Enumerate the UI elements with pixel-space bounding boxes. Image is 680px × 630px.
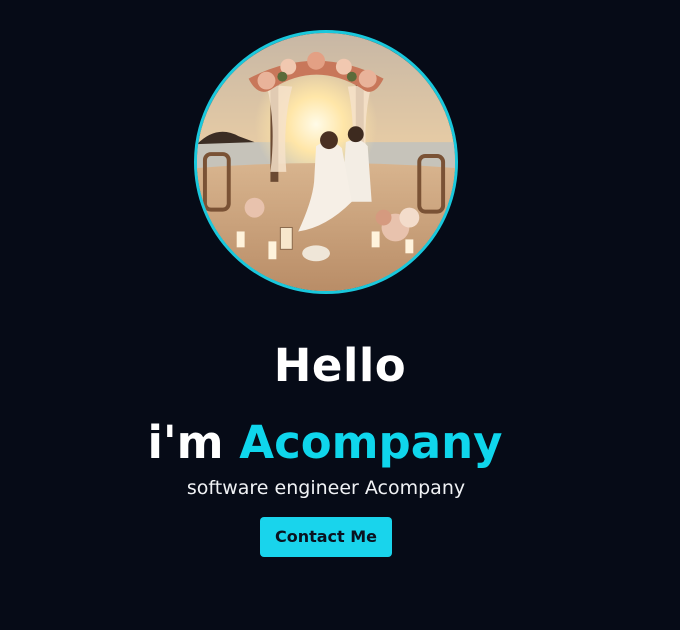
avatar: [194, 30, 458, 294]
greeting-heading: Hello: [273, 339, 407, 393]
contact-button[interactable]: Contact Me: [260, 517, 392, 557]
tagline: software engineer Acompany: [186, 477, 466, 499]
company-name: Acompany: [239, 416, 503, 470]
intro-heading: i'm Acompany: [0, 412, 650, 474]
avatar-image: [197, 33, 455, 291]
hero-section: Hello i'm Acompany software engineer Aco…: [0, 0, 680, 630]
intro-prefix: i'm: [147, 416, 240, 470]
